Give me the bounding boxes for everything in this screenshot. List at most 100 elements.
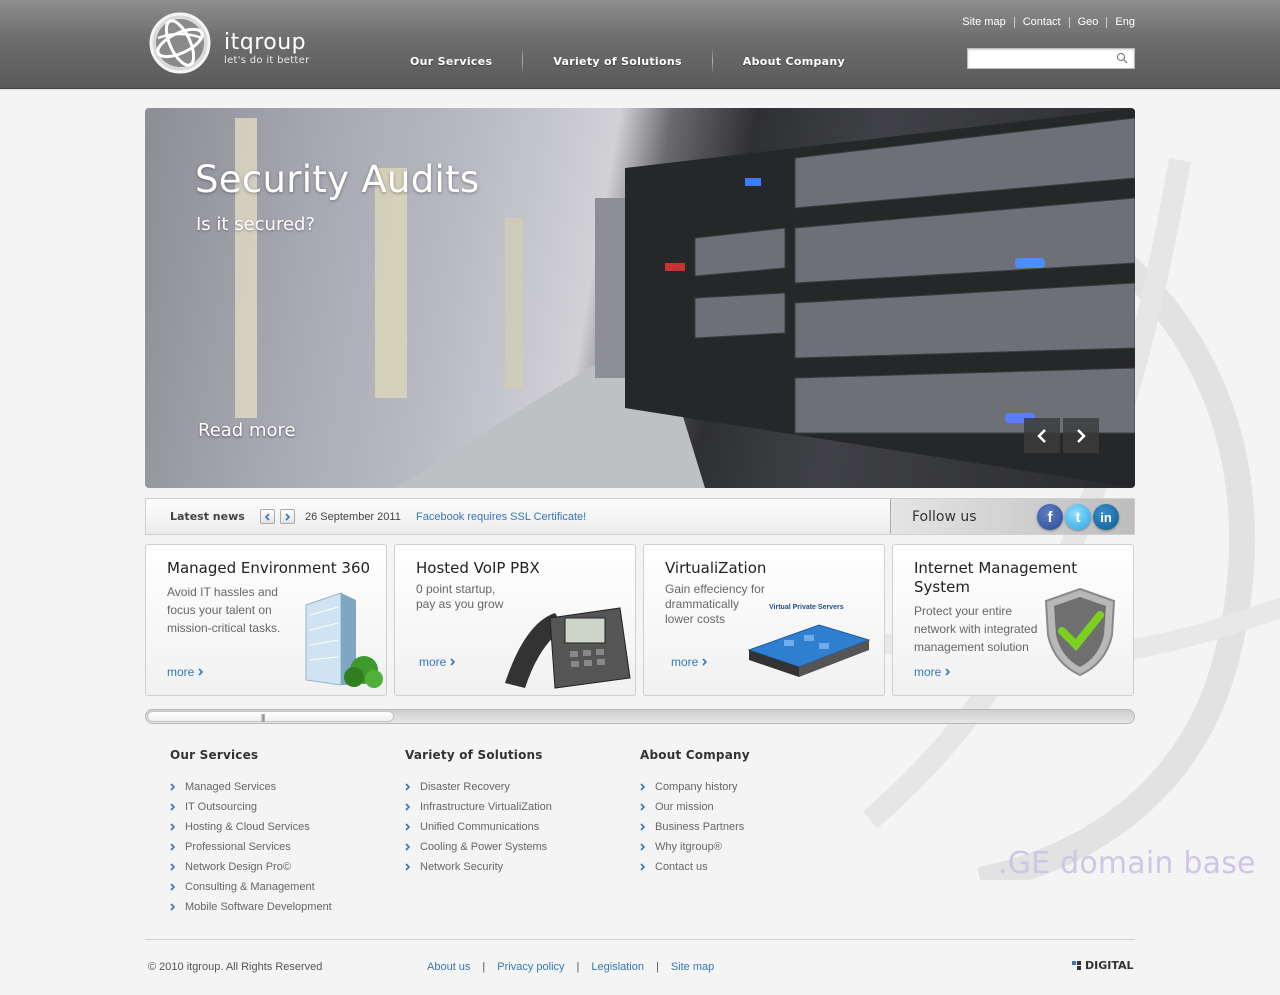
about-us-link[interactable]: About us	[427, 961, 470, 973]
footer-link[interactable]: Contact us	[655, 861, 708, 874]
footer-link[interactable]: Mobile Software Development	[185, 901, 332, 914]
more-label: more	[419, 655, 447, 669]
footer-link[interactable]: Professional Services	[185, 841, 291, 854]
card-virtualization[interactable]: VirtualiZation Gain effeciency for dramm…	[643, 544, 885, 696]
card-more-link[interactable]: more	[419, 655, 456, 669]
chevron-right-icon	[170, 841, 185, 851]
footer-link[interactable]: Network Design Pro©	[185, 861, 291, 874]
card-hosted-voip[interactable]: Hosted VoIP PBX 0 point startup, pay as …	[394, 544, 636, 696]
carousel-scrollbar[interactable]: |||	[145, 709, 1135, 724]
footer-link[interactable]: Business Partners	[655, 821, 744, 834]
footer-link[interactable]: Why itgroup®	[655, 841, 722, 854]
latest-news-bar: Latest news 26 September 2011 Facebook r…	[145, 498, 1135, 535]
legislation-link[interactable]: Legislation	[591, 961, 644, 973]
footer-item: Network Design Pro©	[170, 861, 332, 881]
footer-column-solutions: Variety of Solutions Disaster Recovery I…	[405, 748, 552, 881]
grip-icon: |||	[261, 713, 265, 722]
follow-us-panel: Follow us f t in	[890, 499, 1134, 534]
card-title: Managed Environment 360	[167, 559, 371, 577]
footer-link[interactable]: Disaster Recovery	[420, 781, 510, 794]
footer-link[interactable]: Infrastructure VirtualiZation	[420, 801, 552, 814]
footer-column-services: Our Services Managed Services IT Outsour…	[170, 748, 332, 921]
nav-variety-of-solutions[interactable]: Variety of Solutions	[523, 48, 711, 74]
nav-our-services[interactable]: Our Services	[380, 48, 522, 74]
card-text-line: management solution	[914, 640, 1029, 654]
privacy-policy-link[interactable]: Privacy policy	[497, 961, 564, 973]
footer-item: Cooling & Power Systems	[405, 841, 552, 861]
scrollbar-thumb[interactable]: |||	[147, 711, 394, 722]
news-next-button[interactable]	[280, 509, 295, 524]
news-prev-button[interactable]	[260, 509, 275, 524]
footer-item: Our mission	[640, 801, 750, 821]
office-building-icon	[305, 592, 383, 688]
domain-base-watermark[interactable]: .GE domain base	[998, 846, 1256, 881]
chevron-right-icon	[170, 881, 185, 891]
chevron-right-icon	[405, 801, 420, 811]
link-separator: |	[482, 961, 486, 973]
footer-item: Consulting & Management	[170, 881, 332, 901]
footer-link[interactable]: Cooling & Power Systems	[420, 841, 547, 854]
brand-tagline: let's do it better	[224, 55, 310, 66]
server-box-icon	[747, 624, 871, 677]
footer-divider	[145, 939, 1135, 940]
footer-link[interactable]: Hosting & Cloud Services	[185, 821, 310, 834]
hero-read-more-link[interactable]: Read more	[198, 420, 296, 441]
chevron-right-icon	[405, 821, 420, 831]
card-internet-management[interactable]: Internet Management System Protect your …	[892, 544, 1134, 696]
chevron-right-icon	[640, 821, 655, 831]
latest-news-label: Latest news	[170, 510, 245, 523]
voip-phone-icon	[505, 607, 631, 689]
card-description: 0 point startup, pay as you grow	[416, 582, 503, 612]
footer-link[interactable]: Consulting & Management	[185, 881, 315, 894]
footer-item: IT Outsourcing	[170, 801, 332, 821]
footer-heading: Our Services	[170, 748, 259, 762]
chevron-right-icon	[450, 658, 455, 666]
site-map-link[interactable]: Site map	[962, 17, 1013, 28]
footer-heading: About Company	[640, 748, 750, 762]
twitter-icon[interactable]: t	[1065, 504, 1091, 530]
card-text-line: drammatically	[665, 597, 740, 611]
card-more-link[interactable]: more	[671, 655, 708, 669]
bottom-links: About us | Privacy policy | Legislation …	[427, 961, 714, 973]
language-eng-link[interactable]: Eng	[1106, 17, 1135, 28]
chevron-right-icon	[170, 901, 185, 911]
card-text-line: mission-critical tasks.	[167, 621, 281, 635]
chevron-right-icon	[405, 781, 420, 791]
top-utility-links: Site map Contact Geo Eng	[962, 17, 1135, 28]
nav-about-company[interactable]: About Company	[713, 48, 875, 74]
card-managed-environment[interactable]: Managed Environment 360 Avoid IT hassles…	[145, 544, 387, 696]
hero-slider: Security Audits Is it secured? Read more	[145, 108, 1135, 488]
card-more-link[interactable]: more	[914, 665, 951, 679]
chevron-right-icon	[945, 668, 950, 676]
footer-link[interactable]: IT Outsourcing	[185, 801, 257, 814]
news-headline-link[interactable]: Facebook requires SSL Certificate!	[416, 511, 586, 523]
footer-link[interactable]: Company history	[655, 781, 738, 794]
footer-heading: Variety of Solutions	[405, 748, 543, 762]
footer-item: Company history	[640, 781, 750, 801]
footer-link[interactable]: Unified Communications	[420, 821, 539, 834]
search-input[interactable]	[968, 49, 1108, 69]
hero-subtitle: Is it secured?	[196, 214, 316, 235]
footer-item: Mobile Software Development	[170, 901, 332, 921]
card-description: Protect your entire network with integra…	[914, 602, 1037, 656]
contact-link[interactable]: Contact	[1013, 17, 1069, 28]
footer-link[interactable]: Network Security	[420, 861, 503, 874]
card-description: Avoid IT hassles and focus your talent o…	[167, 583, 280, 637]
footer-link[interactable]: Managed Services	[185, 781, 276, 794]
language-geo-link[interactable]: Geo	[1068, 17, 1107, 28]
linkedin-icon[interactable]: in	[1093, 504, 1119, 530]
chevron-right-icon	[640, 801, 655, 811]
search-icon[interactable]	[1116, 52, 1128, 64]
footer-link[interactable]: Our mission	[655, 801, 714, 814]
slider-next-button[interactable]	[1063, 418, 1099, 453]
digital-developer-logo[interactable]: DIGITAL	[1072, 959, 1134, 972]
bottom-site-map-link[interactable]: Site map	[671, 961, 714, 973]
brand-name: itqroup	[224, 30, 307, 55]
facebook-icon[interactable]: f	[1037, 504, 1063, 530]
footer-item: Network Security	[405, 861, 552, 881]
slider-prev-button[interactable]	[1024, 418, 1060, 453]
chevron-right-icon	[640, 861, 655, 871]
footer-item: Contact us	[640, 861, 750, 881]
card-more-link[interactable]: more	[167, 665, 204, 679]
chevron-right-icon	[405, 861, 420, 871]
